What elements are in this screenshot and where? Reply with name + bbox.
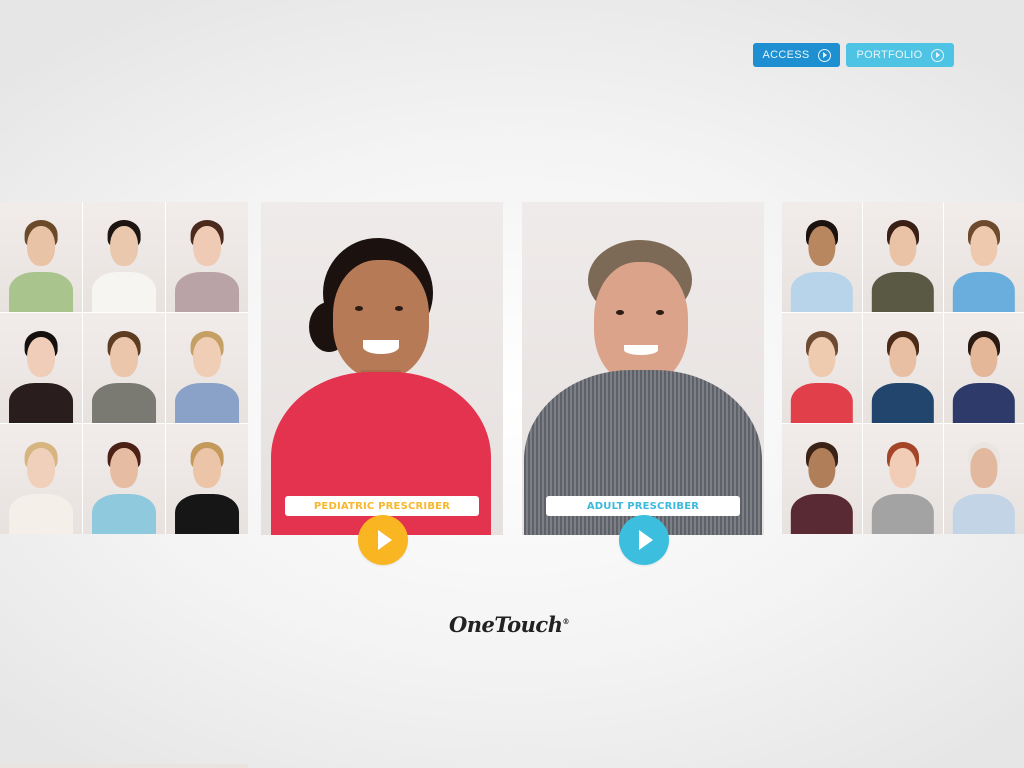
patient-photo (0, 202, 82, 312)
adult-feature-photo[interactable] (522, 202, 764, 535)
face-shape (193, 337, 221, 377)
shirt-shape (92, 272, 156, 312)
face-shape (970, 226, 998, 266)
face-shape (808, 226, 836, 266)
shirt-shape (175, 494, 239, 534)
shirt-shape (871, 272, 935, 312)
shirt-shape (952, 494, 1016, 534)
face-shape (808, 448, 836, 488)
face-shape (808, 337, 836, 377)
face-shape (193, 226, 221, 266)
face-shape (594, 262, 688, 384)
shirt-shape (952, 272, 1016, 312)
face-shape (889, 337, 917, 377)
patient-photo (944, 202, 1024, 312)
face-shape (970, 448, 998, 488)
play-circle-icon (930, 48, 944, 62)
shirt-shape (175, 272, 239, 312)
eye-shape (656, 310, 664, 315)
shirt-shape (790, 383, 854, 423)
portfolio-button-label: PORTFOLIO (856, 49, 923, 61)
patient-photo (0, 424, 82, 534)
pediatric-play-button[interactable] (358, 515, 408, 565)
patient-photo (863, 424, 943, 534)
shirt-shape (871, 494, 935, 534)
patient-photo (0, 313, 82, 423)
patient-photo-grid-left (0, 202, 248, 534)
patient-photo (83, 424, 165, 534)
shirt-shape (790, 272, 854, 312)
patient-photo (782, 313, 862, 423)
logo-text: OneTouch (449, 612, 563, 637)
portfolio-button[interactable]: PORTFOLIO (846, 43, 954, 67)
shirt-shape (9, 272, 73, 312)
face-shape (889, 226, 917, 266)
registered-mark: ® (562, 617, 569, 626)
face-shape (27, 448, 55, 488)
adult-play-button[interactable] (619, 515, 669, 565)
face-shape (27, 226, 55, 266)
patient-photo (863, 202, 943, 312)
bottom-photo-strip (0, 764, 248, 768)
patient-photo (944, 313, 1024, 423)
adult-prescriber-label[interactable]: ADULT PRESCRIBER (546, 496, 740, 516)
shirt-shape (9, 383, 73, 423)
face-shape (110, 337, 138, 377)
pediatric-feature-photo[interactable] (261, 202, 503, 535)
patient-photo (166, 424, 248, 534)
access-button[interactable]: ACCESS (753, 43, 840, 67)
eye-shape (395, 306, 403, 311)
shirt-shape (871, 383, 935, 423)
shirt-shape (92, 383, 156, 423)
face-shape (970, 337, 998, 377)
smile-shape (624, 345, 658, 355)
eye-shape (355, 306, 363, 311)
face-shape (193, 448, 221, 488)
shirt-shape (92, 494, 156, 534)
eye-shape (616, 310, 624, 315)
access-button-label: ACCESS (762, 49, 810, 61)
smile-shape (363, 340, 399, 354)
patient-photo-grid-right (782, 202, 1024, 534)
patient-photo (166, 202, 248, 312)
patient-photo (863, 313, 943, 423)
face-shape (110, 448, 138, 488)
shirt-shape (175, 383, 239, 423)
face-shape (889, 448, 917, 488)
play-circle-icon (817, 48, 831, 62)
patient-photo (83, 202, 165, 312)
pediatric-prescriber-label[interactable]: PEDIATRIC PRESCRIBER (285, 496, 479, 516)
patient-photo (782, 202, 862, 312)
patient-photo (782, 424, 862, 534)
face-shape (27, 337, 55, 377)
patient-photo (83, 313, 165, 423)
shirt-shape (790, 494, 854, 534)
onetouch-logo: OneTouch® (449, 612, 569, 637)
patient-photo (166, 313, 248, 423)
shirt-shape (9, 494, 73, 534)
patient-photo (944, 424, 1024, 534)
face-shape (110, 226, 138, 266)
shirt-shape (952, 383, 1016, 423)
face-shape (333, 260, 429, 378)
